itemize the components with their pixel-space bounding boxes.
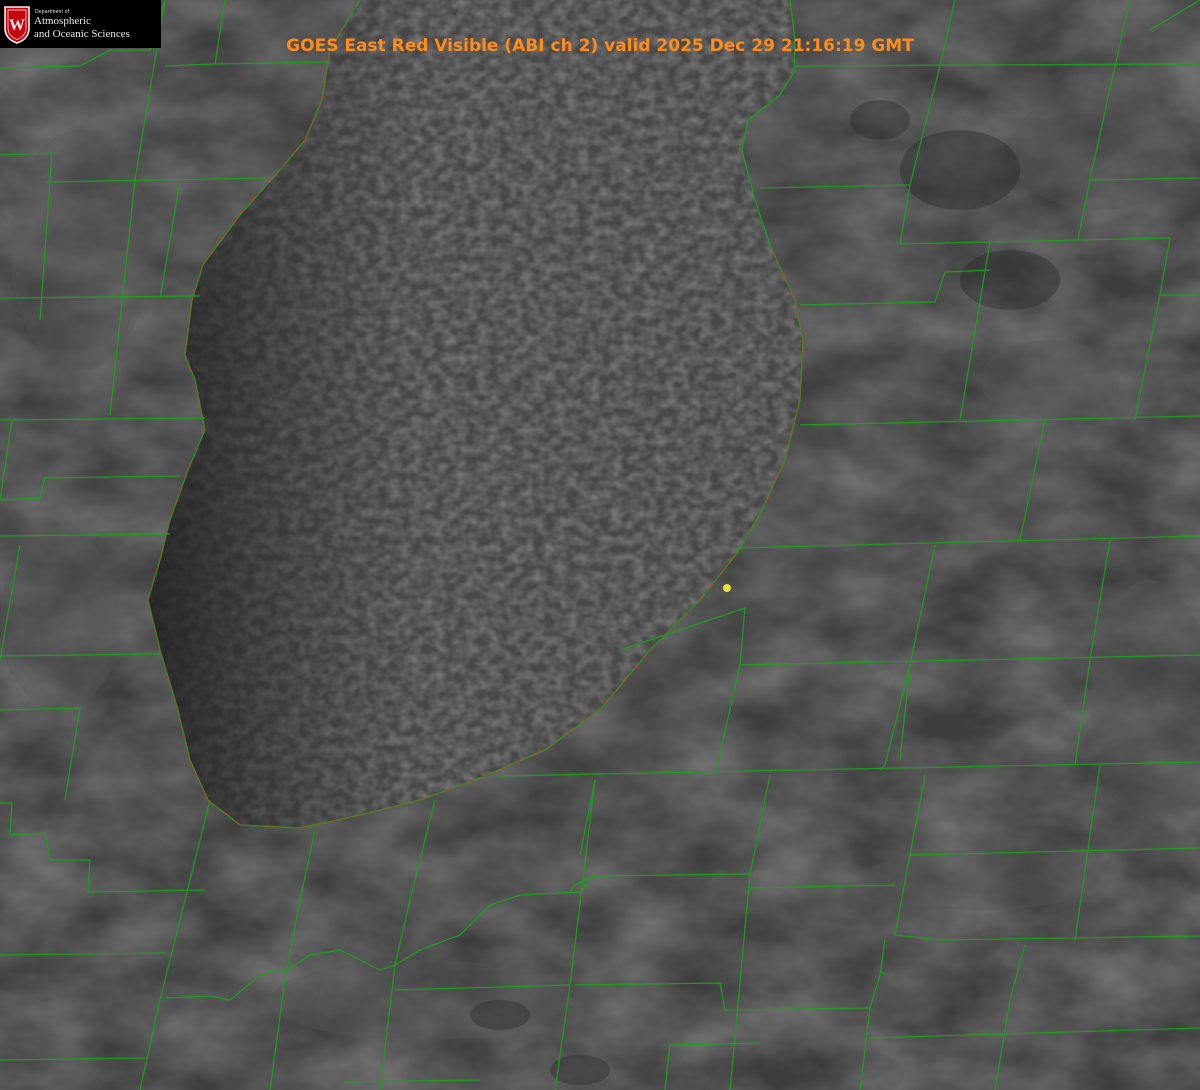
logo-line-1: Atmospheric (34, 15, 91, 27)
satellite-map (0, 0, 1200, 1090)
station-marker-icon (723, 584, 731, 592)
svg-text:W: W (9, 17, 25, 34)
image-title: GOES East Red Visible (ABI ch 2) valid 2… (286, 36, 914, 56)
